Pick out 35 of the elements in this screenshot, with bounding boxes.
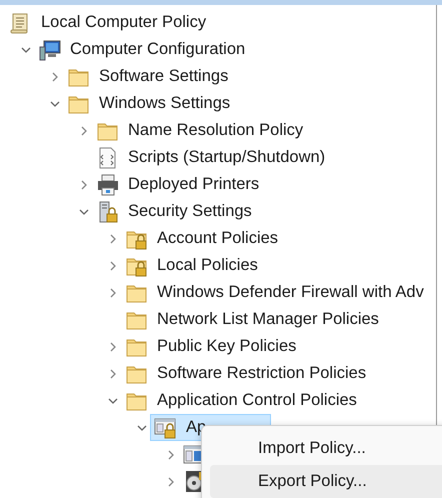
tree-item[interactable]: Public Key Policies bbox=[121, 333, 300, 360]
tree-item[interactable]: Application Control Policies bbox=[121, 387, 361, 414]
chevron-right-icon bbox=[108, 368, 118, 378]
tree-item[interactable]: Network List Manager Policies bbox=[121, 306, 383, 333]
chevron-down-icon bbox=[108, 396, 118, 406]
chevron-right-icon bbox=[166, 450, 176, 460]
tree-item[interactable]: Deployed Printers bbox=[92, 171, 264, 198]
chevron-down-icon bbox=[50, 98, 60, 108]
chevron-right-icon bbox=[79, 126, 89, 136]
printer-icon bbox=[96, 172, 120, 196]
chevron-down-icon bbox=[21, 44, 31, 54]
chevron-right-icon bbox=[108, 234, 118, 244]
chevron-right-icon bbox=[50, 72, 60, 82]
tree-item[interactable]: Windows Defender Firewall with Adv bbox=[121, 279, 428, 306]
tree-item[interactable]: Account Policies bbox=[121, 225, 282, 252]
computer-icon bbox=[38, 38, 62, 62]
chevron-right-icon bbox=[166, 476, 176, 486]
menu-item[interactable]: Export Policy... bbox=[210, 465, 442, 498]
menu-item[interactable]: Import Policy... bbox=[210, 432, 442, 465]
chevron-right-icon bbox=[79, 180, 89, 190]
tree-item[interactable]: Windows Settings bbox=[63, 90, 234, 117]
chevron-down-icon bbox=[137, 422, 147, 432]
chevron-right-icon bbox=[108, 288, 118, 298]
locked-window-icon bbox=[154, 416, 178, 440]
tree-item[interactable]: Computer Configuration bbox=[34, 36, 250, 63]
tree-item[interactable]: Name Resolution Policy bbox=[92, 117, 308, 144]
tree-item[interactable]: Security Settings bbox=[92, 198, 256, 225]
tree-item[interactable]: Software Settings bbox=[63, 63, 232, 90]
chevron-right-icon bbox=[108, 342, 118, 352]
tree-item[interactable]: Local Policies bbox=[121, 252, 262, 279]
tree-item[interactable]: Software Restriction Policies bbox=[121, 360, 370, 387]
tree-item[interactable]: Local Computer Policy bbox=[5, 9, 210, 36]
chevron-right-icon bbox=[108, 260, 118, 270]
tree-item[interactable]: Scripts (Startup/Shutdown) bbox=[92, 144, 330, 171]
chevron-down-icon bbox=[79, 206, 89, 216]
